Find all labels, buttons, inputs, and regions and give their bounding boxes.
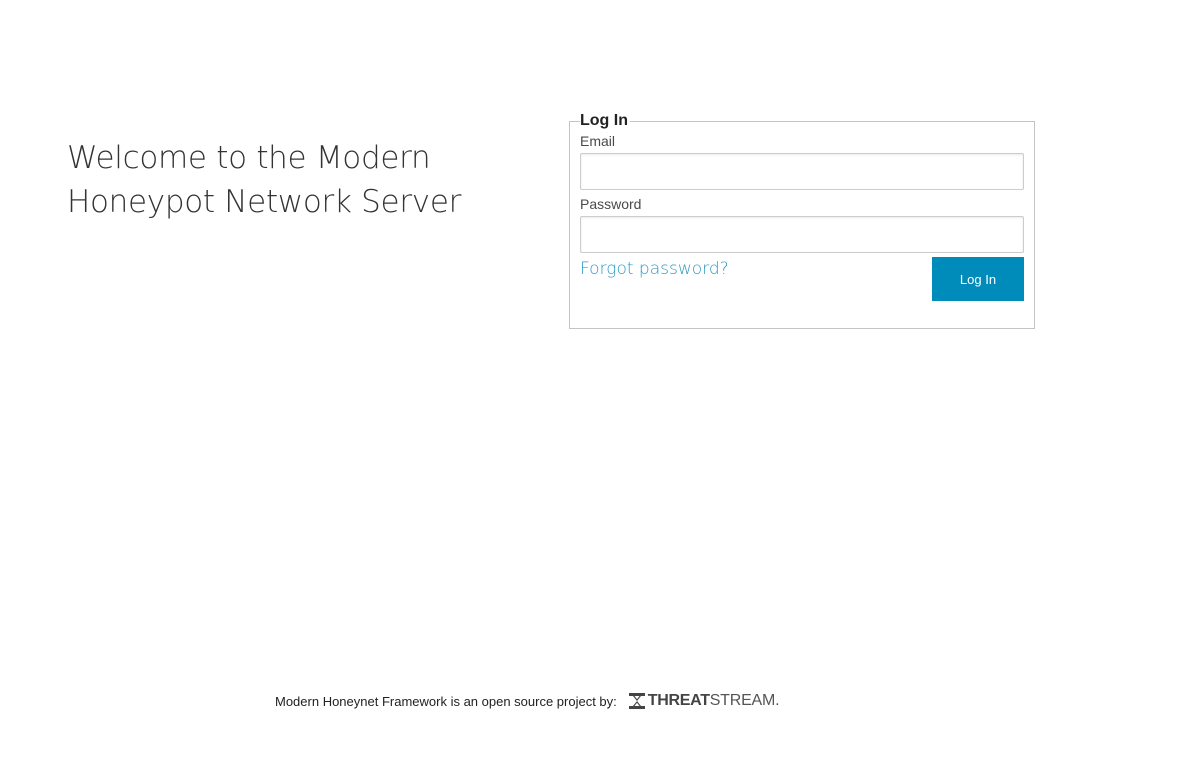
forgot-password-link[interactable]: Forgot password? [580, 259, 729, 279]
threatstream-brand-link[interactable]: THREAT STREAM. [628, 692, 780, 710]
password-label: Password [580, 196, 642, 212]
welcome-line-2: Honeypot Network Server [67, 184, 462, 220]
login-legend: Log In [580, 112, 628, 129]
password-field[interactable] [580, 216, 1024, 253]
brand-threat-text: THREAT [647, 692, 710, 709]
login-fieldset: Log In Email Password Forgot password? L… [569, 112, 1035, 329]
login-page: Welcome to the Modern Honeypot Network S… [0, 0, 1191, 757]
welcome-heading: Welcome to the Modern Honeypot Network S… [67, 136, 527, 224]
email-label: Email [580, 133, 616, 149]
brand-stream-text: STREAM. [709, 692, 780, 709]
welcome-line-1: Welcome to the Modern [67, 140, 431, 176]
footer-text: Modern Honeynet Framework is an open sou… [275, 693, 617, 709]
footer: Modern Honeynet Framework is an open sou… [275, 689, 780, 713]
email-field[interactable] [580, 153, 1024, 190]
login-button[interactable]: Log In [932, 257, 1024, 301]
threatstream-logo-icon [628, 693, 645, 709]
form-actions: Forgot password? Log In [580, 257, 1024, 307]
